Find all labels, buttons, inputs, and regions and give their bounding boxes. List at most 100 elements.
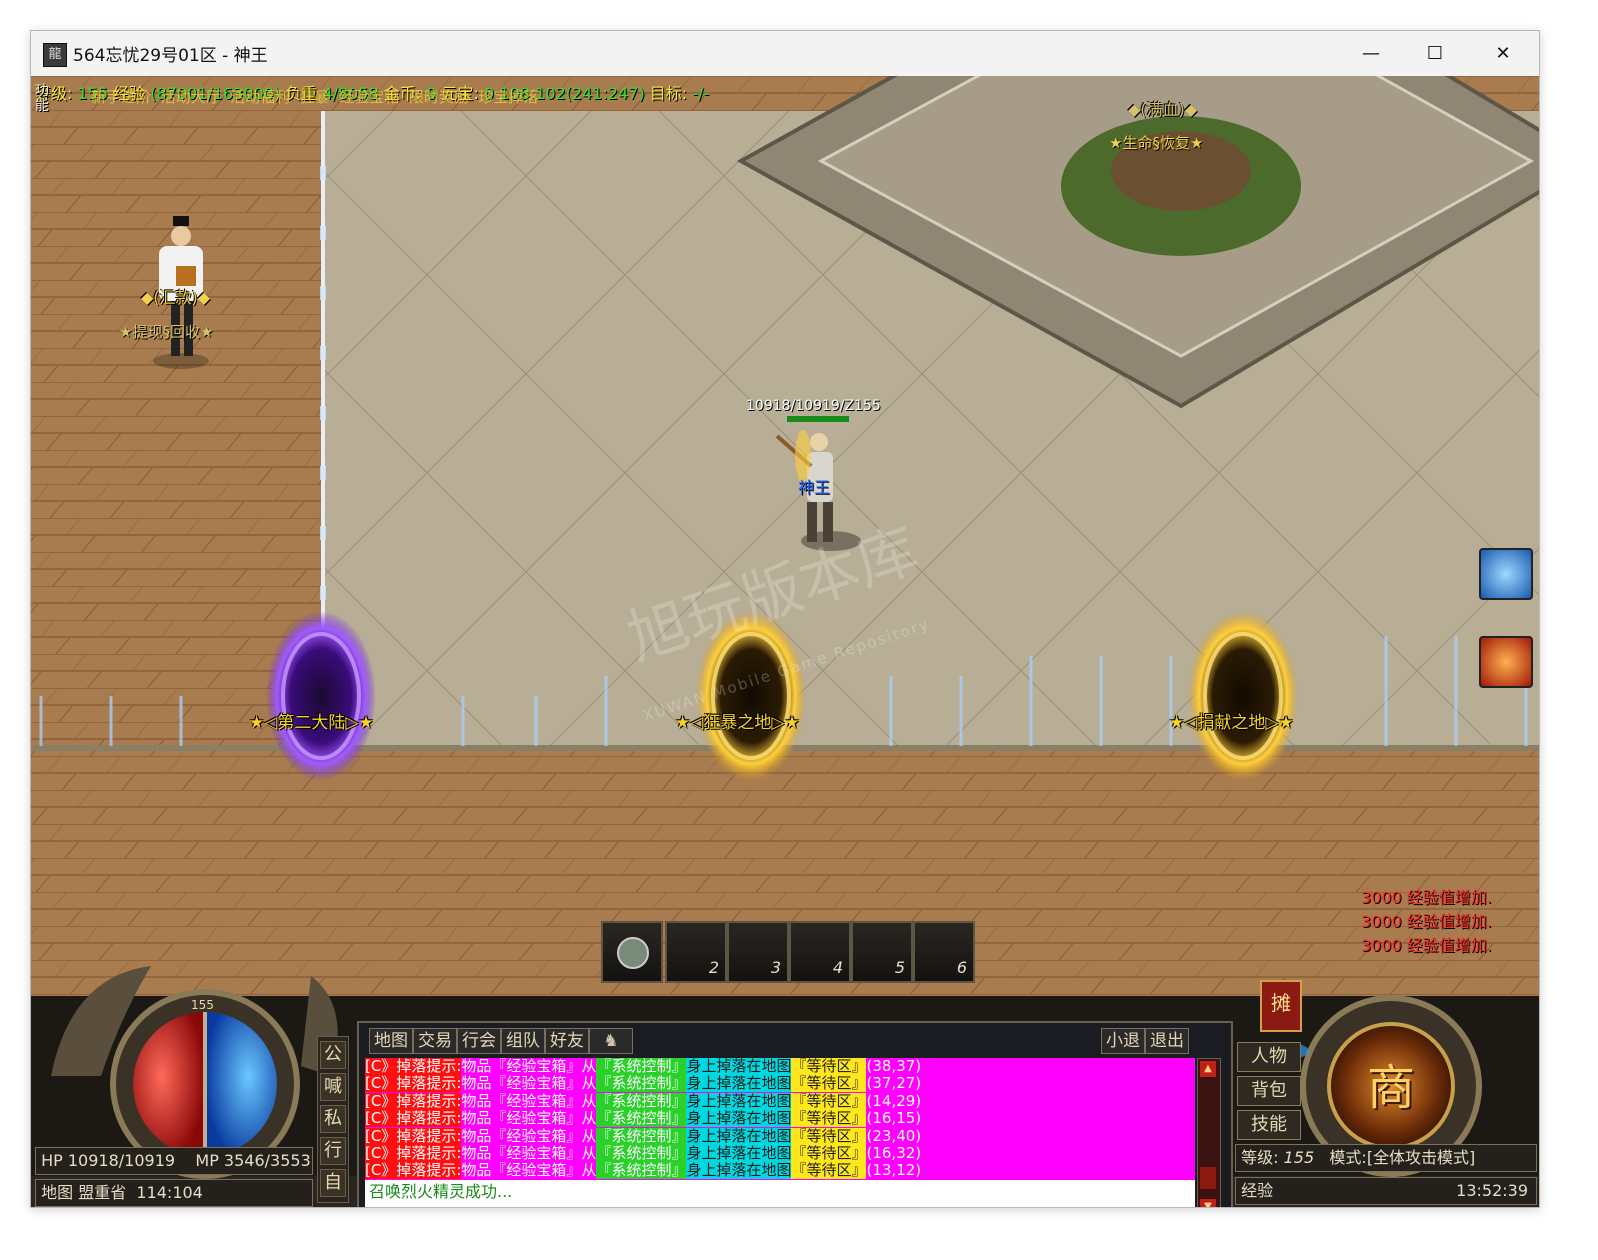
hud-level-label: 等级: [1241,1148,1279,1167]
title-bar[interactable]: 龍 564忘忧29号01区 - 神王 — ☐ ✕ [31,31,1539,76]
player-name[interactable]: 神王 [798,474,830,498]
chat-from: 从 [581,1143,597,1162]
chat-from: 从 [581,1126,597,1145]
menu-rage[interactable]: 狂暴 [300,88,330,106]
chat-source: 『系统控制』 [596,1161,687,1180]
chat-prefix: [C》掉落提示: [365,1143,462,1162]
npc-heal-name[interactable]: ◆(满血)◆ [1128,96,1197,120]
bag-button[interactable]: 背包 [1237,1076,1301,1106]
hotbar-slot-2[interactable]: 2 [665,921,727,983]
npc-heal-sub[interactable]: ★生命§恢复★ [1109,132,1203,153]
shop-button[interactable]: 商 [1355,1052,1427,1124]
top-overlay-menu[interactable]: 新手进阶 活动大厅 活动福利 狂暴 经验宝箱 限时奖励 珍宝掉落 [91,86,538,107]
chat-message-row: [C》掉落提示:物品『经验宝箱』从『系统控制』身上掉落在地图『等待区』(16,1… [365,1109,1195,1128]
chat-source: 『系统控制』 [596,1143,687,1162]
exit-button[interactable]: 退出 [1145,1028,1189,1054]
chat-source: 『系统控制』 [596,1091,687,1110]
chat-source: 『系统控制』 [596,1074,687,1093]
level-mode-bar: 等级: 155 模式:[全体攻击模式] [1235,1144,1537,1172]
menu-newbie[interactable]: 新手进阶 [91,88,151,106]
chat-scrollbar[interactable]: ▲ ▼ [1197,1058,1221,1207]
npc-remit-sub[interactable]: ★提现§回收★ [119,321,213,342]
chat-source: 『系统控制』 [596,1058,687,1075]
exp-message: 3000 经验值增加. [1361,888,1492,907]
tab-guild[interactable]: 行会 [457,1028,501,1054]
chat-prefix: [C》掉落提示: [365,1161,462,1180]
chat-pos: (38,37) [866,1058,922,1075]
game-viewport[interactable]: 等级: 155 经验 (87001/163000) 负重 4/8058 金币: … [31,76,1539,1207]
window-title: 564忘忧29号01区 - 神王 [73,46,268,66]
hud-exp-label: 经验 [1241,1181,1274,1200]
npc-remit-name[interactable]: ◆(汇款)◆ [141,284,210,308]
fire-slash-skill-icon[interactable] [1479,636,1533,688]
chat-mid: 身上掉落在地图 [686,1058,792,1075]
chat-map: 『等待区』 [791,1143,867,1162]
map-info-bar: 地图 盟重省 114:104 [35,1179,313,1207]
maximize-button[interactable]: ☐ [1401,31,1469,76]
target-label: 目标: [649,84,688,103]
mp-text: MP 3546/3553 [195,1151,311,1170]
chat-mid: 身上掉落在地图 [686,1161,792,1180]
menu-exp-box[interactable]: 经验宝箱 [339,88,399,106]
chat-map: 『等待区』 [791,1161,867,1180]
menu-activity-hall[interactable]: 活动大厅 [161,88,221,106]
chat-mid: 身上掉落在地图 [686,1126,792,1145]
channel-public[interactable]: 公 [320,1041,346,1069]
hud-level-value: 155 [1283,1148,1315,1167]
character-button[interactable]: 人物 [1237,1042,1301,1072]
chat-prefix: [C》掉落提示: [365,1058,462,1075]
chat-item-label: 物品 [461,1126,492,1145]
menu-limited-reward[interactable]: 限时奖励 [409,88,469,106]
hotbar-slot-3[interactable]: 3 [727,921,789,983]
tab-friends[interactable]: 好友 [545,1028,589,1054]
portal-rage-land[interactable]: ★◁狂暴之地▷★ [675,708,800,733]
tab-trade[interactable]: 交易 [413,1028,457,1054]
function-label[interactable]: 功 能 [35,84,49,114]
chat-mid: 身上掉落在地图 [686,1143,792,1162]
tab-team[interactable]: 组队 [501,1028,545,1054]
scroll-thumb[interactable] [1200,1167,1216,1189]
hotbar-slot-4[interactable]: 4 [789,921,851,983]
stall-button[interactable]: 摊 [1261,988,1301,1018]
system-log: 召唤烈火精灵成功... [365,1180,1195,1207]
chat-item: 『经验宝箱』 [491,1091,582,1110]
chat-message-row: [C》掉落提示:物品『经验宝箱』从『系统控制』身上掉落在地图『等待区』(13,1… [365,1161,1195,1180]
chat-from: 从 [581,1109,597,1128]
map-position: 114:104 [136,1183,203,1202]
attack-mode-value[interactable]: [全体攻击模式] [1367,1148,1476,1167]
portal-donation-land[interactable]: ★◁捐献之地▷★ [1169,708,1294,733]
hotbar-slot-number: 4 [832,958,843,977]
menu-activity-welfare[interactable]: 活动福利 [230,88,290,106]
ice-blast-skill-icon[interactable] [1479,548,1533,600]
channel-shout[interactable]: 喊 [320,1073,346,1101]
close-button[interactable]: ✕ [1469,31,1537,76]
map-name: 盟重省 [78,1183,127,1202]
chat-prefix: [C》掉落提示: [365,1074,462,1093]
chat-message-row: [C》掉落提示:物品『经验宝箱』从『系统控制』身上掉落在地图『等待区』(14,2… [365,1091,1195,1110]
hotbar-slot-1[interactable] [601,921,663,983]
horse-icon[interactable]: ♞ [589,1028,633,1054]
channel-self[interactable]: 自 [320,1169,346,1197]
skills-button[interactable]: 技能 [1237,1110,1301,1140]
channel-private[interactable]: 私 [320,1105,346,1133]
hotbar-slot-number: 3 [770,958,781,977]
exp-time-bar: 经验 13:52:39 [1235,1177,1537,1205]
scroll-down-icon[interactable]: ▼ [1200,1199,1216,1207]
chat-source: 『系统控制』 [596,1126,687,1145]
minimize-button[interactable]: — [1337,31,1405,76]
tab-map[interactable]: 地图 [369,1028,413,1054]
menu-treasure-drop[interactable]: 珍宝掉落 [478,88,538,106]
exp-message: 3000 经验值增加. [1361,936,1492,955]
chat-pos: (37,27) [866,1074,922,1093]
chat-message-row: [C》掉落提示:物品『经验宝箱』从『系统控制』身上掉落在地图『等待区』(16,3… [365,1143,1195,1162]
exp-message: 3000 经验值增加. [1361,912,1492,931]
logout-small-button[interactable]: 小退 [1101,1028,1145,1054]
chat-item: 『经验宝箱』 [491,1074,582,1093]
hotbar-slot-5[interactable]: 5 [851,921,913,983]
hotbar-slot-number: 6 [956,958,967,977]
portal-second-continent[interactable]: ★◁第二大陆▷★ [249,708,374,733]
hotbar-slot-6[interactable]: 6 [913,921,975,983]
scroll-up-icon[interactable]: ▲ [1200,1061,1216,1077]
channel-guild[interactable]: 行 [320,1137,346,1165]
chat-pos: (14,29) [866,1091,922,1110]
